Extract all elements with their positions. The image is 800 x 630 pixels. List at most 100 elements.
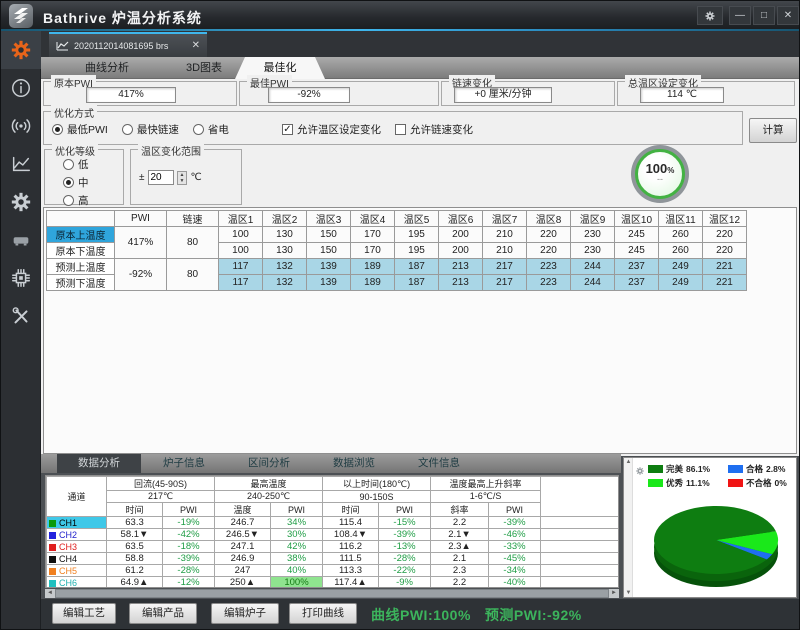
pwi-cell: -92% — [115, 259, 167, 291]
vertical-scrollbar[interactable]: ▲ ▼ — [624, 458, 633, 597]
file-tab-close-icon[interactable]: ✕ — [192, 40, 200, 51]
legend-value: 11.1% — [686, 478, 710, 488]
close-button[interactable]: ✕ — [777, 6, 799, 25]
level-radio-2[interactable]: 高 — [63, 193, 89, 208]
zone-range-unit: ℃ — [190, 172, 201, 183]
print-curve-button[interactable]: 打印曲线 — [289, 603, 357, 624]
channel-cell[interactable]: CH6 — [47, 577, 107, 589]
zone-setting-change-group: 总温区设定变化 114 ℃ — [617, 81, 795, 106]
file-tab[interactable]: 2020112014081695 brs ✕ — [49, 32, 207, 57]
scroll-down-icon[interactable]: ▼ — [624, 590, 633, 596]
sidebar-item-chip[interactable] — [1, 259, 41, 297]
channel-cell[interactable]: CH5 — [47, 565, 107, 577]
minimize-button[interactable]: — — [729, 6, 751, 25]
sidebar-item-signal[interactable] — [1, 107, 41, 145]
scroll-up-icon[interactable]: ▲ — [624, 459, 633, 465]
channel-cell[interactable]: CH4 — [47, 553, 107, 565]
scroll-left-icon[interactable]: ◄ — [45, 589, 55, 598]
bottom-tab-1[interactable]: 炉子信息 — [142, 454, 226, 473]
channel-row: CH258.1▼-42%246.5▼30%108.4▼-39%2.1▼-46% — [47, 529, 619, 541]
document-tab-bar: 2020112014081695 brs ✕ — [41, 31, 800, 57]
radio-label: 高 — [78, 193, 89, 208]
scrollbar-thumb[interactable] — [55, 589, 609, 598]
checkbox-label: 允许链速变化 — [410, 122, 473, 137]
calculate-button[interactable]: 计算 — [749, 118, 797, 143]
zone-row-label[interactable]: 原本上温度 — [47, 227, 115, 243]
edit-furnace-button[interactable]: 编辑炉子 — [211, 603, 279, 624]
radio-label: 最低PWI — [67, 122, 108, 137]
temp-cell: 223 — [527, 259, 571, 275]
radio-label: 省电 — [208, 122, 229, 137]
temp-cell: 223 — [527, 275, 571, 291]
method-radio-2[interactable]: 省电 — [193, 122, 229, 137]
channel-color-swatch — [49, 580, 56, 587]
checkbox-label: 允许温区设定变化 — [297, 122, 381, 137]
tools-icon — [10, 305, 32, 327]
optimize-level-label: 优化等级 — [52, 143, 98, 158]
titlebar-gear-icon[interactable] — [697, 6, 723, 25]
method-radio-1[interactable]: 最快链速 — [122, 122, 179, 137]
zone-range-input[interactable] — [148, 170, 174, 185]
sidebar-item-settings-gear[interactable] — [1, 31, 41, 69]
legend-swatch — [728, 479, 743, 487]
tab-3d-chart[interactable]: 3D图表 — [173, 57, 235, 79]
temp-cell: 213 — [439, 259, 483, 275]
level-radio-0[interactable]: 低 — [63, 157, 89, 172]
temp-cell: 187 — [395, 259, 439, 275]
temp-cell: 170 — [351, 227, 395, 243]
spin-down-icon[interactable]: ▼ — [178, 178, 187, 184]
temp-cell: 260 — [659, 227, 703, 243]
bottom-tab-4[interactable]: 文件信息 — [397, 454, 481, 473]
bottom-tab-3[interactable]: 数据浏览 — [312, 454, 396, 473]
method-radio-0[interactable]: 最低PWI — [52, 122, 108, 137]
sidebar-item-tools[interactable] — [1, 297, 41, 335]
speed-cell: 80 — [167, 227, 219, 259]
maximize-button[interactable]: □ — [753, 6, 775, 25]
channel-color-swatch — [49, 544, 56, 551]
legend-item: 合格2.8% — [728, 463, 792, 475]
radio-label: 最快链速 — [137, 122, 179, 137]
bottom-tab-0[interactable]: 数据分析 — [57, 454, 141, 473]
temp-cell: 100 — [219, 227, 263, 243]
temp-cell: 200 — [439, 227, 483, 243]
allow-check-0[interactable]: ✓ 允许温区设定变化 — [282, 122, 381, 137]
radio-icon — [193, 124, 204, 135]
allow-check-1[interactable]: 允许链速变化 — [395, 122, 473, 137]
horizontal-scrollbar[interactable]: ◄ ► — [45, 589, 619, 598]
sidebar-item-info[interactable] — [1, 69, 41, 107]
temp-cell: 244 — [571, 259, 615, 275]
zone-setting-change-value: 114 ℃ — [640, 87, 724, 103]
channel-row: CH561.2-28%24740%113.3-22%2.3-34% — [47, 565, 619, 577]
scroll-right-icon[interactable]: ► — [609, 589, 619, 598]
edit-product-button[interactable]: 编辑产品 — [129, 603, 197, 624]
zone-row-label[interactable]: 预测上温度 — [47, 259, 115, 275]
speed-change-value: +0 厘米/分钟 — [454, 87, 552, 103]
zone-row-label[interactable]: 预测下温度 — [47, 275, 115, 291]
level-radio-1[interactable]: 中 — [63, 175, 89, 190]
predict-pwi-status: 预测PWI:-92% — [485, 607, 582, 623]
grade-pie-panel: ▲ ▼ 完美86.1%合格2.8%优秀11.1%不合格0% — [623, 457, 797, 598]
gauge-sub-text: -- — [638, 176, 682, 183]
bottom-tab-strip: 数据分析炉子信息区间分析数据浏览文件信息 — [41, 454, 621, 473]
app-title: Bathrive 炉温分析系统 — [43, 8, 202, 28]
pie-settings-icon[interactable] — [635, 466, 645, 476]
edit-process-button[interactable]: 编辑工艺 — [52, 603, 116, 624]
temp-cell: 132 — [263, 259, 307, 275]
channel-cell[interactable]: CH3 — [47, 541, 107, 553]
bottom-tab-2[interactable]: 区间分析 — [227, 454, 311, 473]
temp-cell: 213 — [439, 275, 483, 291]
temp-cell: 244 — [571, 275, 615, 291]
sidebar-item-curve-chart[interactable] — [1, 145, 41, 183]
channel-cell[interactable]: CH2 — [47, 529, 107, 541]
checkbox-icon: ✓ — [282, 124, 293, 135]
spinner-arrows[interactable]: ▲ ▼ — [177, 171, 188, 185]
sidebar-item-recorder-device[interactable] — [1, 221, 41, 259]
legend-swatch — [648, 479, 663, 487]
radio-icon — [63, 159, 74, 170]
speed-cell: 80 — [167, 259, 219, 291]
sidebar-item-gear[interactable] — [1, 183, 41, 221]
speed-change-group: 链速变化 +0 厘米/分钟 — [441, 81, 615, 106]
chip-icon — [10, 267, 32, 289]
channel-cell[interactable]: CH1 — [47, 517, 107, 529]
zone-row-label[interactable]: 原本下温度 — [47, 243, 115, 259]
